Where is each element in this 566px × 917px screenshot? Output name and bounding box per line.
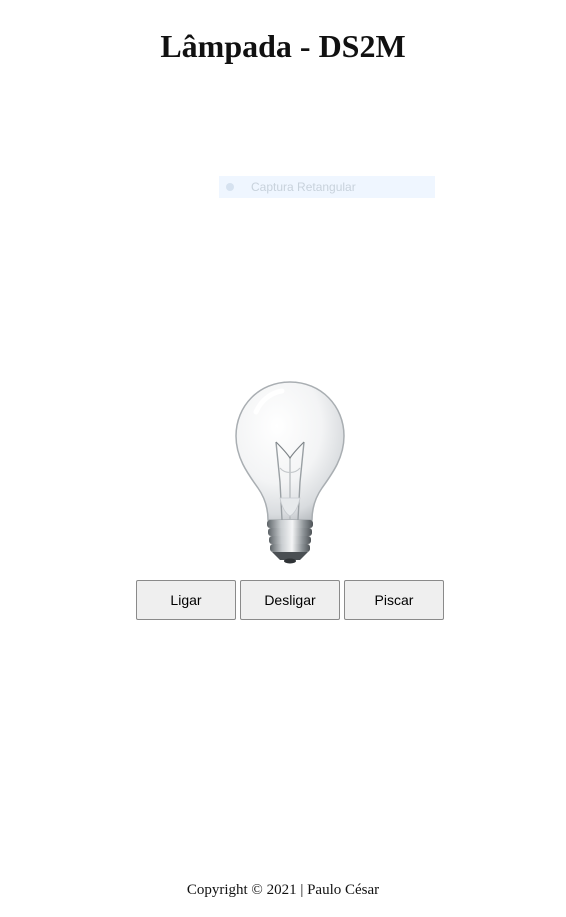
turn-on-button[interactable]: Ligar (136, 580, 236, 620)
light-bulb-icon[interactable] (230, 378, 350, 566)
page-title: Lâmpada - DS2M (160, 28, 406, 64)
capture-icon (226, 183, 234, 191)
turn-off-button[interactable]: Desligar (240, 580, 340, 620)
lamp-controls: Ligar Desligar Piscar (136, 580, 444, 620)
capture-overlay: Captura Retangular (219, 176, 435, 198)
capture-label: Captura Retangular (251, 180, 356, 194)
footer-copyright: Copyright © 2021 | Paulo César (186, 882, 380, 898)
blink-button[interactable]: Piscar (344, 580, 444, 620)
